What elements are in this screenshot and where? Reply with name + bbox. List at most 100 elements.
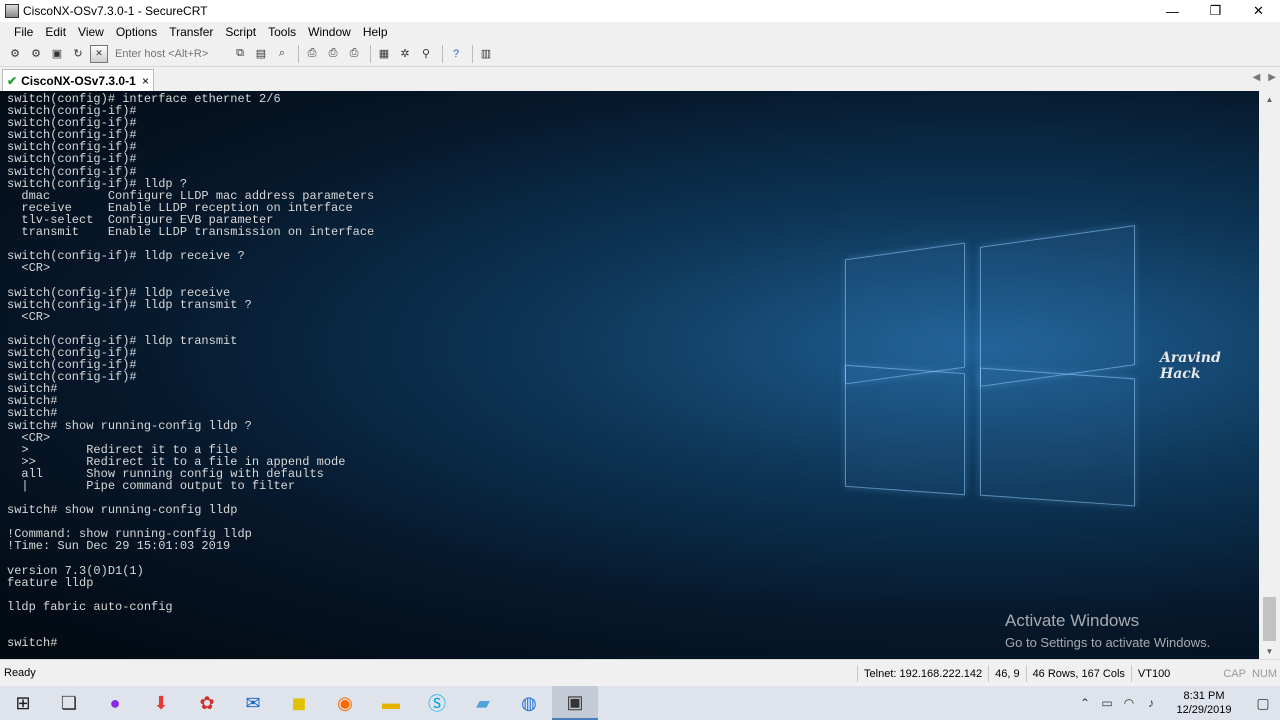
terminal-line: !Time: Sun Dec 29 15:01:03 2019 [7, 539, 231, 554]
disconnect-icon[interactable]: ✕ [90, 44, 108, 63]
menu-edit[interactable]: Edit [39, 25, 72, 39]
status-ready: Ready [4, 667, 36, 679]
podcast-app-icon[interactable]: ● [92, 686, 138, 720]
window-title: CiscoNX-OSv7.3.0-1 - SecureCRT [23, 4, 208, 18]
chrome-icon[interactable]: ◍ [506, 686, 552, 720]
session-tab[interactable]: ✔ CiscoNX-OSv7.3.0-1 × [2, 69, 154, 91]
terminal-line: switch# show running-config lldp [7, 503, 238, 518]
battery-icon[interactable]: ▭ [1096, 696, 1118, 710]
print-icon[interactable]: ⎙ [303, 45, 321, 63]
window-controls: — ❐ ✕ [1151, 0, 1280, 22]
menu-file[interactable]: File [8, 25, 39, 39]
menu-bar: File Edit View Options Transfer Script T… [0, 22, 1280, 41]
toolbar-separator [442, 44, 443, 63]
copy-icon[interactable]: ⧉ [231, 45, 249, 63]
close-tab-button[interactable]: × [142, 74, 149, 88]
terminal-line: | Pipe command output to filter [7, 479, 296, 493]
status-bar: Ready Telnet: 192.168.222.142 46, 9 46 R… [0, 659, 1280, 686]
sticky-notes-icon[interactable]: ◼ [276, 686, 322, 720]
terminal-line: <CR> [7, 430, 51, 445]
terminal-line: feature lldp [7, 575, 94, 590]
menu-tools[interactable]: Tools [262, 25, 302, 39]
skype-icon[interactable]: Ⓢ [414, 686, 460, 720]
maximize-button[interactable]: ❐ [1194, 0, 1237, 22]
activate-windows-notice: Activate Windows Go to Settings to activ… [1005, 611, 1210, 650]
session-tab-bar: ✔ CiscoNX-OSv7.3.0-1 × ◀ ▶ [0, 67, 1280, 91]
terminal-line: <CR> [7, 309, 51, 324]
clock-time: 8:31 PM [1183, 690, 1225, 702]
find-icon[interactable]: ⌕ [273, 45, 291, 63]
keymap-icon[interactable]: ⚲ [417, 45, 435, 63]
terminal-line: transmit Enable LLDP transmission on int… [7, 225, 375, 240]
menu-help[interactable]: Help [357, 25, 394, 39]
securecrt-taskbar-icon[interactable]: ▣ [552, 686, 598, 720]
minimize-button[interactable]: — [1151, 0, 1194, 22]
reconnect-icon[interactable]: ↻ [69, 45, 87, 63]
scroll-thumb[interactable] [1263, 597, 1276, 641]
terminal-line: switch(config-if)# [7, 370, 137, 385]
download-manager-icon[interactable]: ⬇ [138, 686, 184, 720]
terminal-scrollbar[interactable]: ▲ ▼ [1259, 91, 1280, 659]
status-cursor-position: 46, 9 [988, 665, 1025, 682]
volume-icon[interactable]: ♪ [1140, 696, 1162, 710]
close-window-button[interactable]: ✕ [1237, 0, 1280, 22]
taskbar-clock[interactable]: 8:31 PM 12/29/2019 [1162, 689, 1246, 717]
toolbar-separator [370, 44, 371, 63]
connected-check-icon: ✔ [7, 73, 18, 88]
menu-transfer[interactable]: Transfer [163, 25, 219, 39]
notepad-icon[interactable]: ▰ [460, 686, 506, 720]
activate-windows-title: Activate Windows [1005, 611, 1140, 630]
chat-app-icon[interactable]: ✿ [184, 686, 230, 720]
wifi-icon[interactable]: ◠ [1118, 696, 1140, 710]
tab-scroll-left-icon[interactable]: ◀ [1253, 72, 1261, 83]
scroll-up-icon[interactable]: ▲ [1259, 91, 1280, 107]
terminal-line: switch(config-if)# lldp transmit ? [7, 297, 252, 312]
print-screen-icon[interactable]: ⎙ [345, 45, 363, 63]
terminal-line: lldp fabric auto-config [7, 599, 173, 614]
connect-icon[interactable]: ⚙ [6, 45, 24, 63]
task-view-icon[interactable]: ❏ [46, 686, 92, 720]
print-selection-icon[interactable]: ⎙ [324, 45, 342, 63]
start-windows-icon[interactable]: ⊞ [0, 686, 46, 720]
menu-window[interactable]: Window [302, 25, 357, 39]
toolbar-separator [298, 44, 299, 63]
terminal-line: switch(config-if)# [7, 164, 137, 179]
clock-date: 12/29/2019 [1176, 704, 1232, 716]
toolbar-separator [472, 44, 473, 63]
terminal-line: switch# [7, 636, 58, 651]
terminal-area[interactable]: switch(config)# interface ethernet 2/6 sw… [0, 91, 1259, 659]
scroll-down-icon[interactable]: ▼ [1259, 643, 1280, 659]
tray-chevron-up-icon[interactable]: ⌃ [1074, 696, 1096, 710]
tab-navigation: ◀ ▶ [1253, 72, 1276, 83]
status-terminal-size: 46 Rows, 167 Cols [1025, 665, 1131, 682]
outlook-icon[interactable]: ✉ [230, 686, 276, 720]
securecrt-app-icon [5, 4, 19, 18]
quick-connect-icon[interactable]: ⚙ [27, 45, 45, 63]
session-options-icon[interactable]: ▦ [375, 45, 393, 63]
enter-host-input[interactable] [115, 44, 227, 63]
firefox-icon[interactable]: ◉ [322, 686, 368, 720]
status-emulation: VT100 [1130, 665, 1220, 682]
status-fields: Telnet: 192.168.222.142 46, 9 46 Rows, 1… [857, 660, 1280, 687]
menu-view[interactable]: View [72, 25, 110, 39]
system-tray: ⌃ ▭ ◠ ♪ 8:31 PM 12/29/2019 ▢ [1074, 686, 1280, 720]
about-icon[interactable]: ▥ [477, 45, 495, 63]
notification-center-icon[interactable]: ▢ [1246, 695, 1280, 712]
terminal-line: <CR> [7, 261, 51, 276]
menu-script[interactable]: Script [219, 25, 262, 39]
terminal-line: switch# [7, 406, 58, 421]
menu-options[interactable]: Options [110, 25, 163, 39]
activate-windows-subtitle: Go to Settings to activate Windows. [1005, 635, 1211, 650]
toolbar: ⚙ ⚙ ▣ ↻ ✕ ⧉ ▤ ⌕ ⎙ ⎙ ⎙ ▦ ✲ ⚲ ? ▥ [0, 41, 1280, 67]
connect-tab-icon[interactable]: ▣ [48, 45, 66, 63]
file-explorer-icon[interactable]: ▬ [368, 686, 414, 720]
terminal-line: switch(config-if)# lldp ? [7, 176, 188, 191]
paste-icon[interactable]: ▤ [252, 45, 270, 63]
terminal-line: switch# [7, 382, 58, 397]
tab-scroll-right-icon[interactable]: ▶ [1268, 72, 1276, 83]
global-options-icon[interactable]: ✲ [396, 45, 414, 63]
help-icon[interactable]: ? [447, 45, 465, 63]
